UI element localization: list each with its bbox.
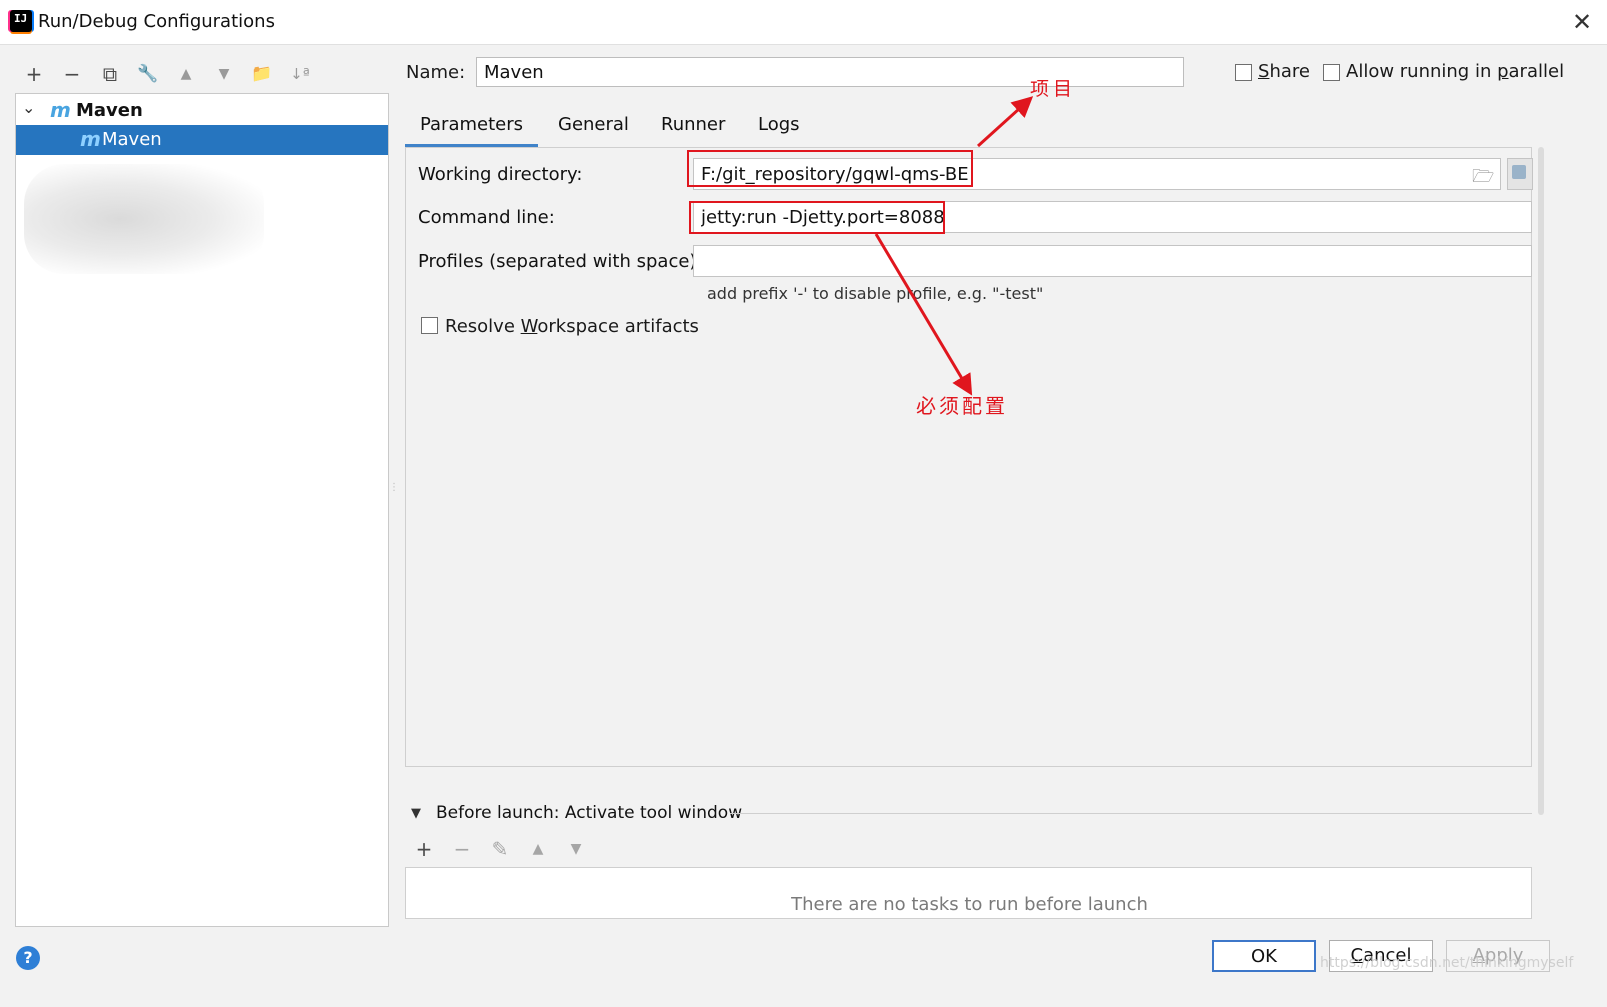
pencil-icon[interactable]: ✎ <box>489 838 511 860</box>
divider <box>730 813 1532 814</box>
help-icon[interactable]: ? <box>16 946 40 970</box>
tab-logs[interactable]: Logs <box>758 113 800 147</box>
chevron-down-icon[interactable]: ▼ <box>411 806 421 821</box>
close-icon[interactable]: ✕ <box>1570 10 1594 34</box>
arrow-down-icon[interactable]: ▼ <box>213 63 235 85</box>
blurred-region <box>24 164 264 274</box>
resolve-workspace-label: Resolve Workspace artifacts <box>445 316 699 337</box>
resolve-workspace-checkbox[interactable] <box>421 317 438 334</box>
before-launch-title: Before launch: Activate tool window <box>436 803 743 823</box>
arrow-down-icon[interactable]: ▼ <box>565 838 587 860</box>
profiles-hint: add prefix '-' to disable profile, e.g. … <box>707 284 1044 303</box>
insert-macro-icon[interactable] <box>1507 158 1533 190</box>
annotation-box-working-directory <box>687 150 973 187</box>
parameters-panel <box>405 147 1532 767</box>
copy-icon[interactable]: ⧉ <box>99 63 121 85</box>
configuration-tree[interactable]: ⌄ m Maven m Maven <box>15 93 389 927</box>
arrow-to-project-note <box>976 96 1034 148</box>
maven-icon: m <box>80 127 101 151</box>
profiles-label: Profiles (separated with space): <box>418 251 703 272</box>
name-label: Name: <box>406 62 466 83</box>
allow-parallel-label: Allow running in parallel <box>1346 61 1565 82</box>
maven-icon: m <box>50 98 71 122</box>
annotation-required-note: 必须配置 <box>916 394 1008 418</box>
share-checkbox[interactable] <box>1235 64 1252 81</box>
title-bar: IJ Run/Debug Configurations ✕ <box>0 0 1607 45</box>
profiles-input[interactable] <box>693 245 1532 277</box>
chevron-down-icon[interactable]: ⌄ <box>22 98 35 117</box>
before-launch-task-list[interactable]: There are no tasks to run before launch <box>405 867 1532 919</box>
wrench-icon[interactable]: 🔧 <box>137 63 159 85</box>
working-directory-label: Working directory: <box>418 164 583 185</box>
tree-item-maven-config[interactable]: m Maven <box>16 125 388 155</box>
share-label: Share <box>1258 61 1310 82</box>
watermark: https://blog.csdn.net/thinkingmyself <box>1320 955 1574 971</box>
tab-parameters[interactable]: Parameters <box>405 113 538 147</box>
annotation-box-command-line <box>689 201 945 234</box>
arrow-up-icon[interactable]: ▲ <box>527 838 549 860</box>
name-input[interactable] <box>476 57 1184 87</box>
arrow-up-icon[interactable]: ▲ <box>175 63 197 85</box>
empty-tasks-message: There are no tasks to run before launch <box>791 894 1148 915</box>
annotation-project-note: 项目 <box>1030 78 1077 100</box>
window-title: Run/Debug Configurations <box>38 11 275 32</box>
sort-alpha-icon[interactable]: ↓ª <box>289 63 311 85</box>
minus-icon[interactable]: − <box>451 838 473 860</box>
folder-browse-icon[interactable]: 🗁 <box>1472 164 1494 194</box>
plus-icon[interactable]: + <box>413 838 435 860</box>
new-folder-icon[interactable]: 📁 <box>251 63 273 85</box>
ok-button[interactable]: OK <box>1212 940 1316 972</box>
splitter-handle[interactable]: ⋮ <box>389 482 399 502</box>
tree-item-label: Maven <box>76 100 143 121</box>
command-line-label: Command line: <box>418 207 555 228</box>
tree-item-label: Maven <box>102 129 162 150</box>
tab-general[interactable]: General <box>558 113 629 147</box>
allow-parallel-checkbox[interactable] <box>1323 64 1340 81</box>
intellij-app-icon: IJ <box>10 10 32 32</box>
plus-icon[interactable]: + <box>23 63 45 85</box>
minus-icon[interactable]: − <box>61 63 83 85</box>
tab-runner[interactable]: Runner <box>661 113 725 147</box>
scrollbar[interactable] <box>1538 147 1544 815</box>
tree-item-maven-group[interactable]: ⌄ m Maven <box>16 98 388 124</box>
